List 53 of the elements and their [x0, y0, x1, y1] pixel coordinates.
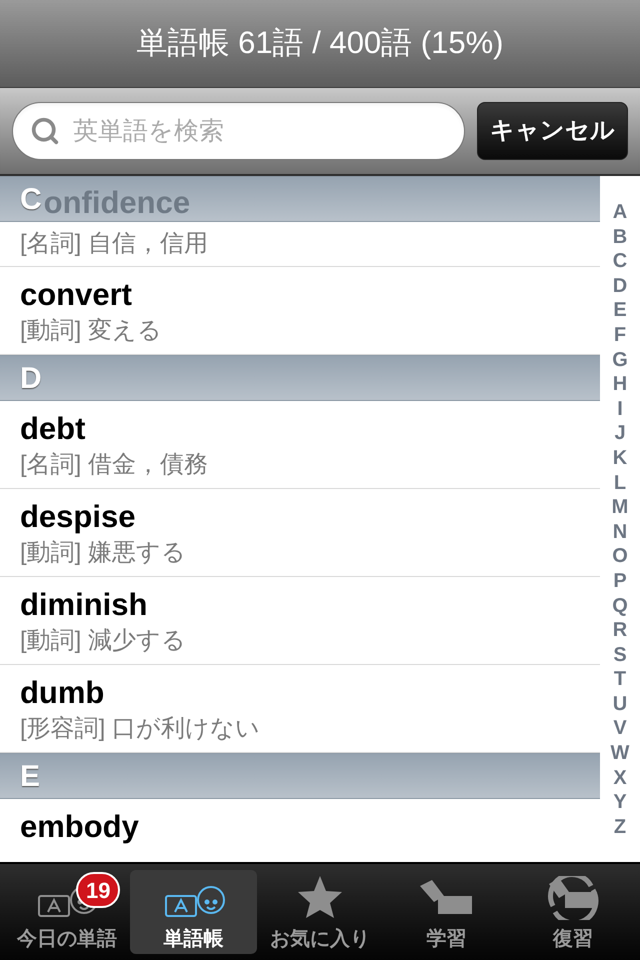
definition-text: [動詞] 嫌悪する [20, 538, 186, 568]
search-field[interactable]: 英単語を検索 [12, 102, 465, 160]
index-letter[interactable]: M [612, 495, 628, 520]
index-letter[interactable]: J [614, 421, 626, 446]
word-text: embody [20, 808, 139, 846]
word-text: diminish [20, 586, 148, 624]
index-letter[interactable]: P [613, 568, 627, 594]
index-letter[interactable]: C [612, 249, 628, 274]
index-letter[interactable]: F [614, 322, 626, 348]
index-letter[interactable]: V [613, 716, 627, 742]
index-letter[interactable]: X [613, 766, 627, 790]
word-text: despise [20, 498, 136, 536]
tab[interactable]: お気に入り [256, 870, 384, 954]
section-letter: E [20, 758, 40, 794]
index-letter[interactable]: D [612, 274, 628, 298]
definition-text: [名詞] 借金，債務 [20, 450, 208, 480]
index-letter[interactable]: L [614, 470, 626, 496]
index-letter[interactable]: Z [614, 814, 626, 840]
tab[interactable]: 復習 [510, 870, 636, 954]
definition-text: [動詞] 変える [20, 316, 162, 346]
index-letter[interactable]: S [613, 642, 627, 668]
word-text: debt [20, 410, 86, 448]
index-letter[interactable]: K [612, 446, 628, 471]
title-text: 単語帳 61語 / 400語 (15%) [136, 24, 504, 62]
tab[interactable]: 学習 [383, 870, 510, 954]
cancel-button[interactable]: キャンセル [477, 102, 628, 160]
index-letter[interactable]: N [612, 520, 628, 544]
word-text: onfidence [44, 184, 190, 222]
index-letter[interactable]: Y [613, 790, 627, 815]
index-letter[interactable]: W [610, 741, 630, 766]
index-letter[interactable]: B [612, 224, 628, 250]
section-letter: D [20, 360, 42, 396]
index-letter[interactable]: Q [612, 594, 628, 618]
index-letter[interactable]: U [612, 692, 628, 716]
section-letter: C [20, 182, 42, 218]
definition-text: [名詞] 自信，信用 [20, 229, 208, 259]
star-icon [296, 874, 344, 920]
index-letter[interactable]: A [612, 200, 628, 225]
index-letter[interactable]: H [612, 372, 628, 397]
index-letter[interactable]: R [612, 618, 628, 643]
word-text: dumb [20, 674, 104, 712]
index-letter[interactable]: E [613, 298, 627, 323]
index-letter[interactable]: O [612, 544, 628, 569]
search-icon [30, 116, 60, 146]
tab[interactable]: 単語帳 [130, 870, 257, 954]
index-letter[interactable]: I [617, 396, 623, 422]
definition-text: [形容詞] 口が利けない [20, 714, 260, 744]
index-letter[interactable]: T [614, 667, 626, 692]
index-letter[interactable]: G [612, 348, 628, 372]
count-badge: 19 [76, 872, 120, 908]
word-text: convert [20, 276, 132, 314]
tab[interactable]: 今日の単語 19 [4, 870, 130, 954]
definition-text: [動詞] 減少する [20, 626, 186, 656]
